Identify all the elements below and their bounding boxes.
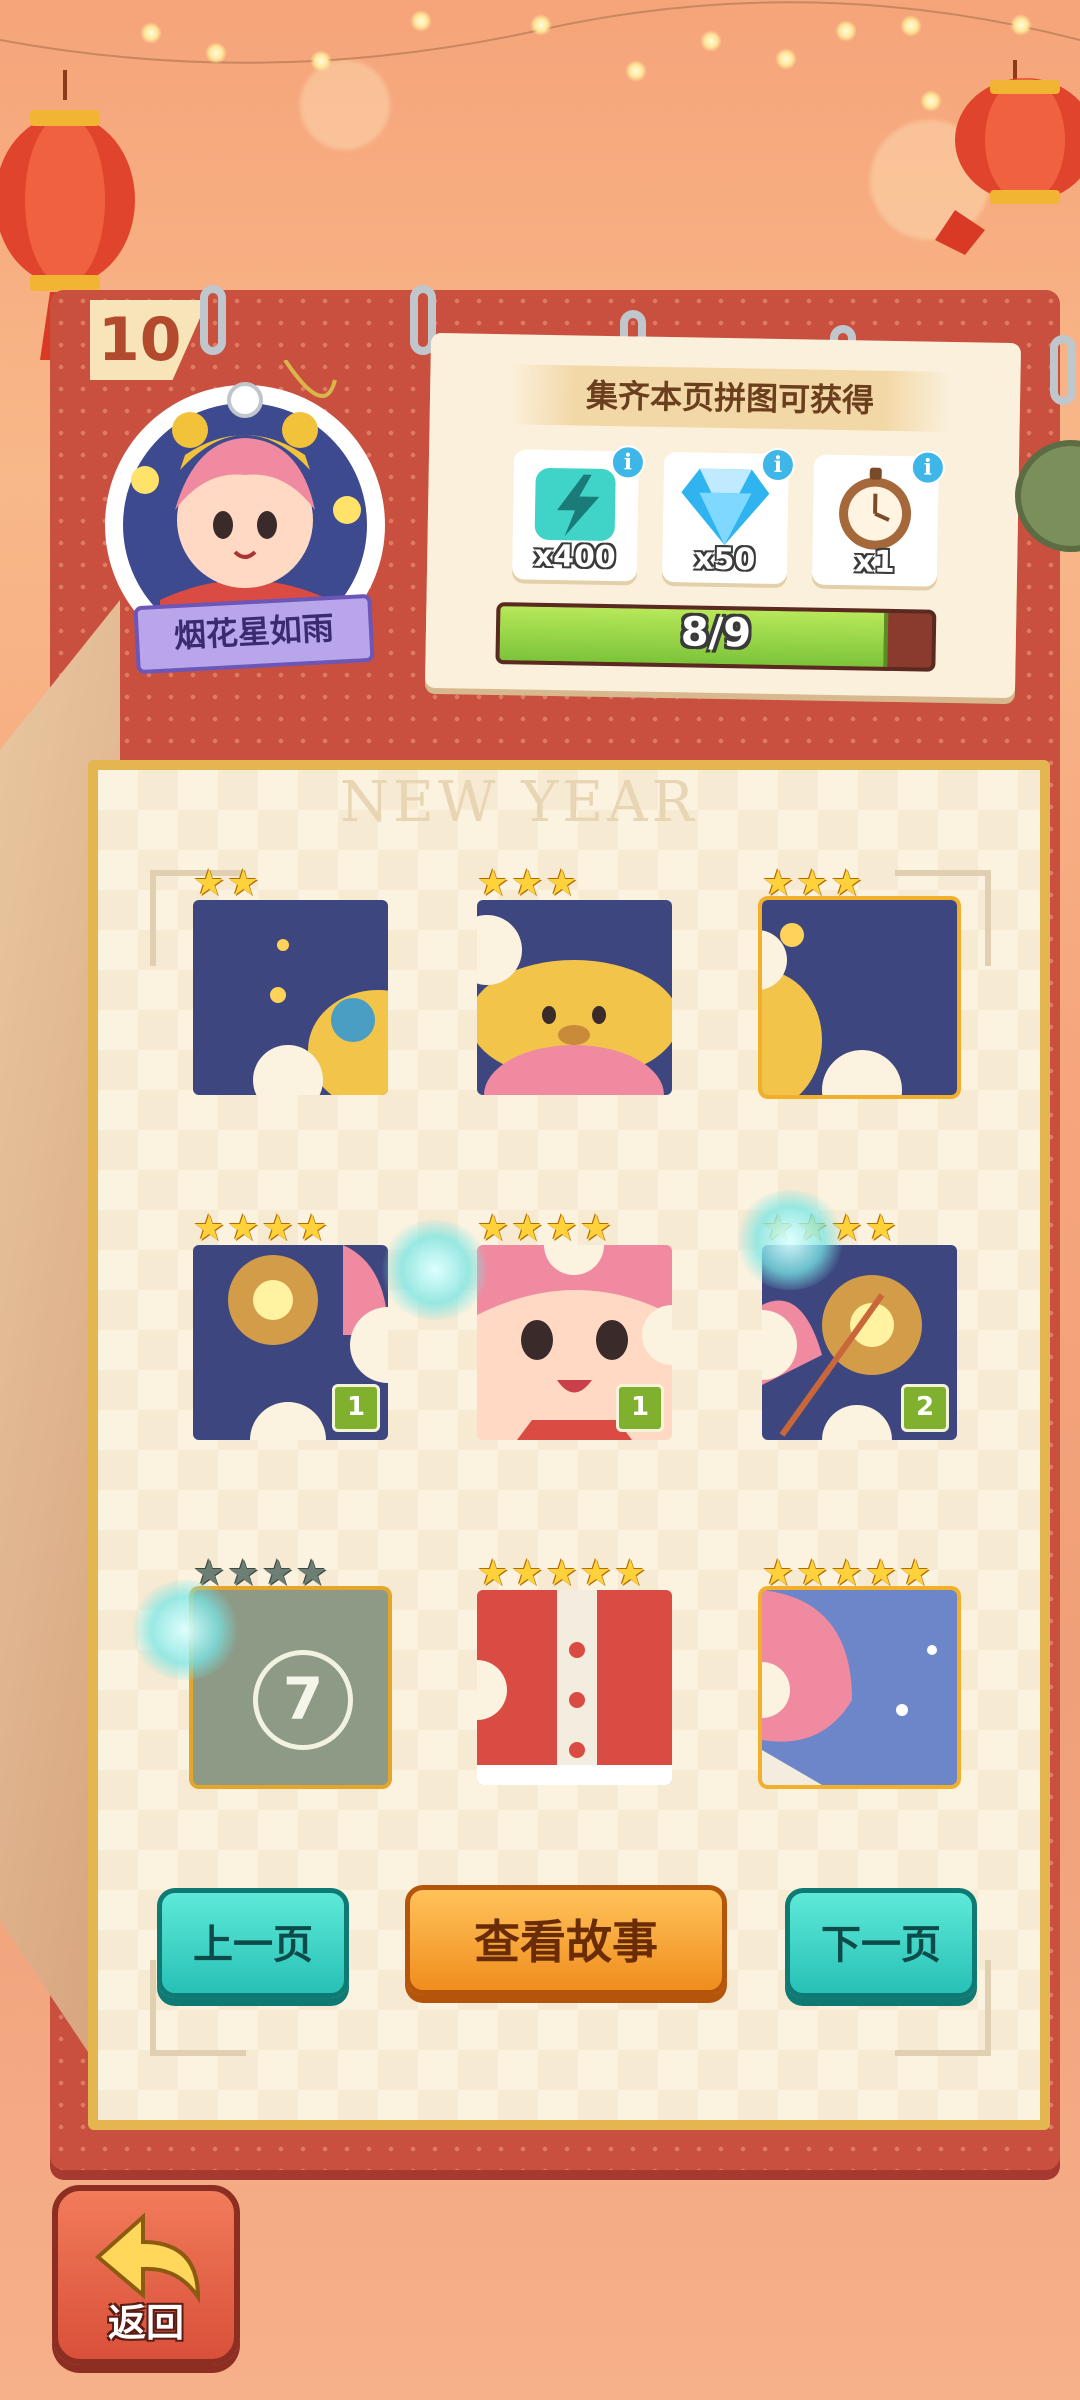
info-icon[interactable]: i [610,445,646,480]
duplicate-count-badge: 2 [901,1384,949,1432]
star-icon: ★ [796,863,829,904]
info-icon[interactable]: i [760,447,796,483]
character-badge[interactable]: 烟花星如雨 [85,360,405,690]
reward-title: 集齐本页拼图可获得 [509,364,951,432]
piece-art [193,900,388,1095]
info-icon[interactable]: i [910,450,946,485]
back-label: 返回 [107,2301,184,2345]
star-icon: ★ [579,1553,613,1594]
piece-stars: ★ ★ ★ ★ ★ [762,1556,931,1592]
star-icon: ★ [193,1208,226,1249]
star-icon: ★ [227,863,260,904]
star-icon: ★ [899,1553,932,1594]
star-icon: ★ [261,1208,294,1249]
puzzle-piece-4[interactable]: ★ ★ ★ ★ 1 [193,1211,388,1440]
star-icon: ★ [227,1208,260,1249]
star-icon: ★ [762,863,795,904]
star-icon: ★ [614,1553,647,1594]
star-icon: ★ [545,1208,578,1249]
duplicate-count-badge: 1 [332,1384,380,1432]
piece-art [762,1590,957,1785]
star-icon: ★ [477,1208,510,1249]
previous-page-button[interactable]: 上一页 [157,1888,349,1998]
reward-diamond[interactable]: i x50 [661,447,796,585]
star-icon: ★ [511,1553,544,1594]
view-story-button[interactable]: 查看故事 [405,1885,727,1995]
piece-stars: ★★★★ [477,1211,612,1247]
reward-panel: 集齐本页拼图可获得 i x400 i x50 i x1 8/9 [424,332,1022,699]
piece-art [477,900,672,1095]
puzzle-piece-8[interactable]: ★ ★ ★ ★ ★ [477,1556,672,1785]
puzzle-piece-1[interactable]: ★ ★ [193,866,388,1095]
progress-text: 8/9 [680,609,752,657]
star-icon: ★ [477,1553,510,1594]
string-lights [0,0,1080,260]
reward-stopwatch[interactable]: i x1 [811,450,946,587]
paw-glow-icon [735,1190,845,1290]
star-icon: ★ [193,863,226,904]
star-icon: ★ [864,1553,898,1594]
puzzle-piece-9[interactable]: ★ ★ ★ ★ ★ [762,1556,957,1785]
right-lantern [935,60,1080,255]
star-icon: ★ [545,863,578,904]
star-icon: ★ [796,1553,829,1594]
star-icon: ★ [830,1553,863,1594]
star-icon: ★ [511,863,544,904]
next-page-button[interactable]: 下一页 [785,1888,977,1998]
collection-progress-bar: 8/9 [495,602,937,672]
binder-ring [1050,335,1076,405]
star-icon: ★ [762,1553,795,1594]
paw-glow-icon [130,1580,240,1680]
reward-count: x50 [693,541,756,578]
back-button[interactable]: 返回 [52,2185,240,2365]
piece-art [762,900,957,1095]
duplicate-count-badge: 1 [616,1384,664,1432]
background-title: NEW YEAR [340,770,698,835]
star-icon: ★ [477,863,510,904]
reward-energy[interactable]: i x400 [511,445,646,582]
puzzle-piece-5[interactable]: ★ ★ ★ ★ 1 [477,1211,672,1440]
star-icon: ★ [227,1553,260,1594]
paw-glow-icon [380,1220,490,1320]
star-icon: ★ [511,1208,544,1249]
star-icon: ★ [261,1553,294,1594]
puzzle-piece-2[interactable]: ★ ★ ★ [477,866,672,1095]
piece-stars: ★ ★ [193,866,260,902]
star-icon: ★ [295,1208,329,1249]
star-icon: ★ [864,1208,898,1249]
star-icon: ★ [545,1553,578,1594]
star-icon: ★ [830,863,863,904]
piece-stars: ★★★★ [193,1211,328,1247]
piece-art [477,1590,672,1785]
reward-count: x400 [533,538,617,576]
piece-stars: ★ ★ ★ ★ ★ [477,1556,646,1592]
binder-ring [200,285,226,355]
piece-stars: ★ ★ ★ [762,866,863,902]
puzzle-piece-3[interactable]: ★ ★ ★ [762,866,957,1095]
star-icon: ★ [579,1208,613,1249]
locked-piece-number: 7 [253,1650,353,1750]
character-name-banner: 烟花星如雨 [133,593,375,675]
piece-stars: ★ ★ ★ [477,866,578,902]
star-icon: ★ [295,1553,329,1594]
reward-count: x1 [854,544,896,581]
